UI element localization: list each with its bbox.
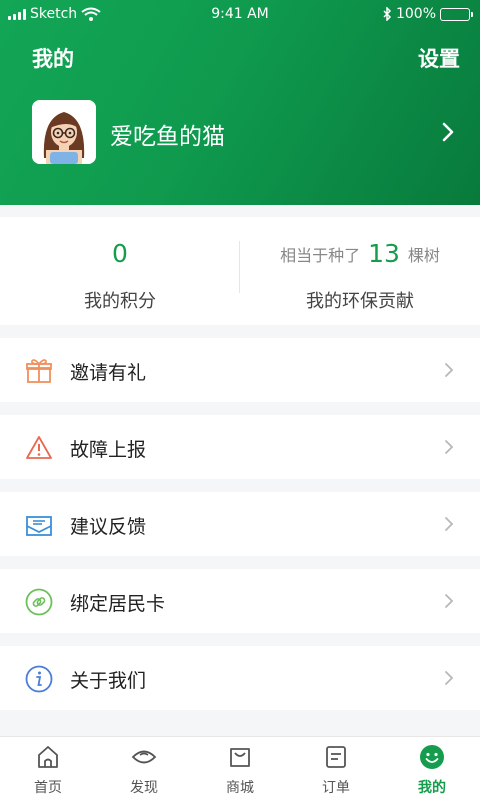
home-icon — [38, 746, 58, 768]
link-icon — [25, 588, 53, 616]
menu-item-feedback[interactable]: 建议反馈 — [0, 492, 480, 556]
tab-label: 发现 — [130, 780, 158, 796]
points-stat[interactable]: 0 我的积分 — [0, 217, 240, 325]
bottom-tab-bar: 首页 发现 商城 订单 我的 — [0, 736, 480, 800]
battery-icon — [440, 7, 473, 21]
chevron-right-icon — [445, 594, 454, 608]
page-title: 我的 — [32, 47, 74, 71]
order-list-icon — [326, 746, 346, 768]
tree-equivalent: 相当于种了 13 棵树 — [240, 239, 480, 268]
tab-label: 商城 — [226, 780, 254, 796]
contribution-label: 我的环保贡献 — [306, 291, 414, 312]
profile-header: Sketch 9:41 AM 100% 我的 设置 爱吃鱼的猫 — [0, 0, 480, 205]
chevron-right-icon — [445, 517, 454, 531]
username[interactable]: 爱吃鱼的猫 — [110, 117, 225, 151]
chevron-right-icon — [445, 440, 454, 454]
tab-discover[interactable]: 发现 — [96, 737, 192, 800]
menu-item-invite[interactable]: 邀请有礼 — [0, 338, 480, 402]
menu-label: 故障上报 — [70, 439, 147, 461]
equiv-suffix: 棵树 — [407, 245, 440, 265]
tab-label: 首页 — [34, 780, 62, 796]
info-icon — [25, 665, 53, 693]
equiv-prefix: 相当于种了 — [280, 245, 361, 265]
tab-orders[interactable]: 订单 — [288, 737, 384, 800]
status-bar: Sketch 9:41 AM 100% — [0, 0, 480, 30]
tab-label: 订单 — [322, 780, 350, 796]
shop-bag-icon — [230, 748, 250, 767]
tab-label: 我的 — [418, 780, 446, 796]
menu-item-about[interactable]: 关于我们 — [0, 646, 480, 710]
smile-icon — [420, 745, 444, 769]
gift-icon — [26, 359, 52, 383]
menu-item-bind-card[interactable]: 绑定居民卡 — [0, 569, 480, 633]
bluetooth-icon — [383, 7, 392, 21]
contribution-stat[interactable]: 相当于种了 13 棵树 我的环保贡献 — [240, 217, 480, 325]
eye-icon — [131, 750, 157, 764]
tab-shop[interactable]: 商城 — [192, 737, 288, 800]
tree-count: 13 — [368, 239, 400, 268]
settings-button[interactable]: 设置 — [418, 43, 460, 73]
points-value: 0 — [112, 239, 128, 268]
menu-item-report-fault[interactable]: 故障上报 — [0, 415, 480, 479]
battery-percent: 100% — [395, 6, 436, 22]
menu-label: 绑定居民卡 — [70, 593, 166, 615]
avatar[interactable] — [32, 100, 96, 164]
warning-icon — [26, 436, 52, 459]
menu-label: 建议反馈 — [70, 516, 147, 538]
tab-me[interactable]: 我的 — [384, 737, 480, 800]
chevron-right-icon — [445, 363, 454, 377]
chevron-right-icon[interactable] — [438, 118, 458, 146]
chevron-right-icon — [445, 671, 454, 685]
stats-card: 0 我的积分 相当于种了 13 棵树 我的环保贡献 — [0, 217, 480, 325]
menu-label: 关于我们 — [70, 670, 147, 692]
tab-home[interactable]: 首页 — [0, 737, 96, 800]
menu-label: 邀请有礼 — [70, 362, 147, 384]
points-label: 我的积分 — [84, 291, 156, 312]
feedback-mail-icon — [26, 516, 52, 536]
